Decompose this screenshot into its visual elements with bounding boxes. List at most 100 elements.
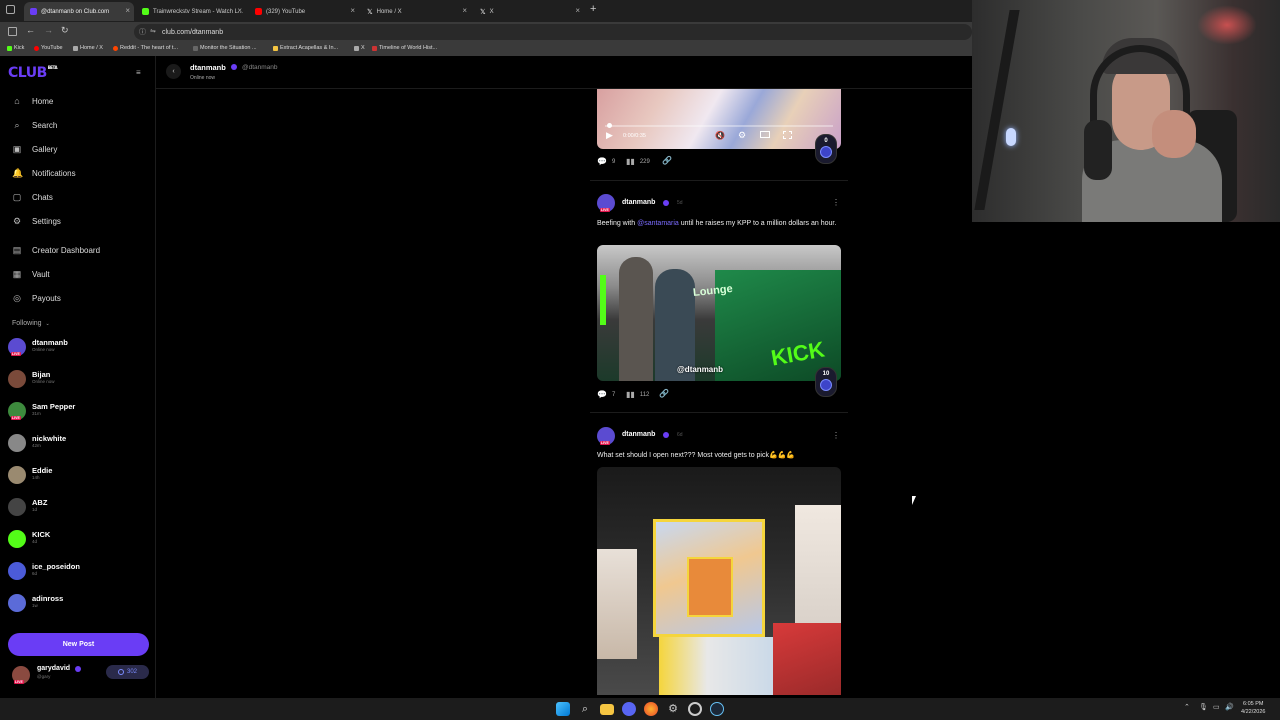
menu-icon[interactable]: ≡ xyxy=(136,68,141,77)
club-coin-icon xyxy=(820,379,832,391)
close-tab-icon[interactable]: × xyxy=(575,6,580,15)
play-icon[interactable]: ▶ xyxy=(606,130,613,141)
following-item[interactable]: ice_poseidon 6d xyxy=(8,560,148,586)
fullscreen-icon[interactable] xyxy=(783,131,792,139)
gear-app-icon[interactable]: ⚙ xyxy=(666,702,680,716)
bookmark-kick[interactable]: Kick xyxy=(7,45,24,51)
views-count: ▮▮ 229 xyxy=(626,157,650,166)
firefox-icon[interactable] xyxy=(644,702,658,716)
mention-link[interactable]: @santamaria xyxy=(637,220,679,227)
following-item[interactable]: LIVE dtanmanb Online now xyxy=(8,336,148,362)
score-badge[interactable]: 10 xyxy=(815,367,837,397)
steam-icon[interactable] xyxy=(710,702,724,716)
photo-person-left xyxy=(619,257,653,381)
tab-club[interactable]: @dtanmanb on Club.com × xyxy=(24,2,134,21)
tab-trainwreck[interactable]: Trainwreckstv Stream - Watch L... × xyxy=(136,2,246,21)
bookmark-label: Home / X xyxy=(80,45,103,51)
sidebar-item-payouts[interactable]: ◎ Payouts xyxy=(12,293,61,303)
forward-icon[interactable]: → xyxy=(44,25,53,35)
sidebar-item-settings[interactable]: ⚙ Settings xyxy=(12,216,61,226)
sidebar-item-vault[interactable]: ▦ Vault xyxy=(12,269,50,279)
post-image[interactable]: Lounge KICK @dtanmanb xyxy=(597,245,841,381)
following-item[interactable]: adinross 1w xyxy=(8,592,148,618)
file-explorer-icon[interactable] xyxy=(600,704,614,715)
sidebar-item-gallery[interactable]: ▣ Gallery xyxy=(12,144,58,154)
following-item[interactable]: ABZ 1d xyxy=(8,496,148,522)
bookmark-reddit[interactable]: Reddit - The heart of t... xyxy=(113,45,178,51)
start-icon[interactable] xyxy=(556,702,570,716)
bookmark-monitor[interactable]: Monitor the Situation ... xyxy=(193,45,257,51)
tab-x-home[interactable]: 𝕏 Home / X × xyxy=(361,2,471,21)
post-time: 5d xyxy=(677,200,683,206)
tab-x[interactable]: 𝕏 X × xyxy=(474,2,584,21)
share-link-button[interactable]: 🔗 xyxy=(662,156,672,165)
tab-youtube[interactable]: (329) YouTube × xyxy=(249,2,359,21)
back-button[interactable]: ‹ xyxy=(166,64,181,79)
club-favicon-icon xyxy=(30,8,37,15)
following-item[interactable]: Eddie 14h xyxy=(8,464,148,490)
mute-icon[interactable]: 🔇 xyxy=(715,131,725,140)
user-handle: @gary xyxy=(37,674,51,679)
bookmark-x-home[interactable]: Home / X xyxy=(73,45,103,51)
following-item[interactable]: Bijan Online now xyxy=(8,368,148,394)
new-post-button[interactable]: New Post xyxy=(8,633,149,656)
back-icon[interactable]: ← xyxy=(26,25,35,35)
sidebar-item-chats[interactable]: ▢ Chats xyxy=(12,192,53,202)
post-author-name[interactable]: dtanmanb xyxy=(622,199,655,206)
following-item[interactable]: KICK 4d xyxy=(8,528,148,554)
bookmark-acapellas[interactable]: Extract Acapellas & In... xyxy=(273,45,338,51)
reload-icon[interactable]: ↻ xyxy=(61,25,69,36)
following-item[interactable]: LIVE Sam Pepper 31m xyxy=(8,400,148,426)
search-icon[interactable]: ⌕ xyxy=(578,702,592,716)
tray-chevron-icon[interactable]: ⌃ xyxy=(1184,703,1190,711)
verified-icon xyxy=(663,432,669,438)
close-tab-icon[interactable]: × xyxy=(237,6,242,15)
sidebar-item-label: Search xyxy=(32,120,58,130)
url-bar[interactable]: ⓘ ⇋ club.com/dtanmanb xyxy=(134,24,972,40)
following-header[interactable]: Following ⌄ xyxy=(12,320,50,327)
bookmark-x[interactable]: X xyxy=(354,45,365,51)
video-progress-handle[interactable] xyxy=(607,123,612,128)
tab-menu-icon[interactable] xyxy=(6,5,15,14)
comments-value: 9 xyxy=(611,158,616,165)
discord-icon[interactable] xyxy=(622,702,636,716)
sidebar-item-notifications[interactable]: 🔔 Notifications xyxy=(12,168,76,178)
score-badge[interactable]: 0 xyxy=(815,134,837,164)
balance-pill[interactable]: 302 xyxy=(106,665,149,679)
sidebar-item-search[interactable]: ⌕ Search xyxy=(12,120,57,130)
close-tab-icon[interactable]: × xyxy=(125,6,130,15)
post-options-icon[interactable]: ⋮ xyxy=(832,198,840,207)
close-tab-icon[interactable]: × xyxy=(462,6,467,15)
volume-icon[interactable]: 🔊 xyxy=(1225,703,1234,711)
tune-icon[interactable]: ⇋ xyxy=(150,27,156,35)
post-video[interactable]: ▶ 0:00/0:35 🔇 ⚙ xyxy=(597,89,841,149)
club-logo[interactable]: CLUBBETA xyxy=(8,65,58,81)
bookmark-timeline[interactable]: Timeline of World Hist... xyxy=(372,45,437,51)
comments-count[interactable]: 💬 9 xyxy=(597,157,615,166)
sidebar-item-home[interactable]: ⌂ Home xyxy=(12,96,53,106)
site-info-icon[interactable]: ⓘ xyxy=(139,27,146,37)
current-user[interactable]: LIVE garydavid @gary 302 xyxy=(8,662,152,690)
post-image[interactable] xyxy=(597,467,841,695)
post-author-name[interactable]: dtanmanb xyxy=(622,431,655,438)
tab-title: @dtanmanb on Club.com xyxy=(41,8,110,15)
post-options-icon[interactable]: ⋮ xyxy=(832,431,840,440)
following-item[interactable]: nickwhite 42m xyxy=(8,432,148,458)
sidebar-toggle-icon[interactable] xyxy=(8,27,17,36)
following-name: Bijan xyxy=(32,370,51,379)
clock-time[interactable]: 6:05 PM xyxy=(1243,701,1263,707)
obs-icon[interactable] xyxy=(688,702,702,716)
mic-tray-icon[interactable]: 🎙 xyxy=(1199,703,1208,711)
comments-count[interactable]: 💬 7 xyxy=(597,390,615,399)
pip-icon[interactable] xyxy=(760,131,770,138)
sidebar-item-creator-dashboard[interactable]: ▤ Creator Dashboard xyxy=(12,245,100,255)
new-tab-icon[interactable]: + xyxy=(590,4,596,15)
close-tab-icon[interactable]: × xyxy=(350,6,355,15)
share-link-button[interactable]: 🔗 xyxy=(659,389,669,398)
video-settings-icon[interactable]: ⚙ xyxy=(738,130,746,141)
network-icon[interactable]: ▭ xyxy=(1213,703,1220,711)
bookmark-youtube[interactable]: YouTube xyxy=(34,45,63,51)
clock-date[interactable]: 4/22/2026 xyxy=(1241,709,1265,715)
video-progress-bar[interactable] xyxy=(605,125,833,127)
avatar xyxy=(8,498,26,516)
